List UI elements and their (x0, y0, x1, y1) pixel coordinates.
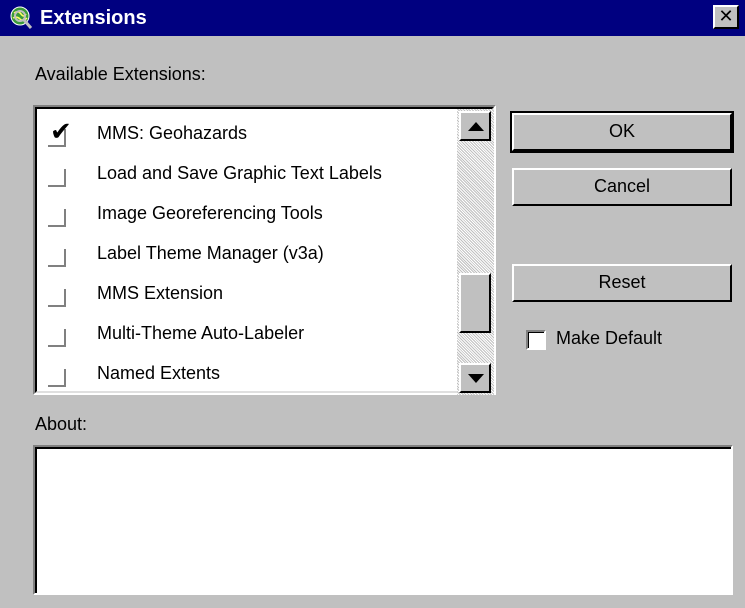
window-title: Extensions (40, 7, 147, 29)
extension-checkbox[interactable] (48, 285, 70, 307)
close-button[interactable]: ✕ (713, 5, 739, 29)
extension-label: Image Georeferencing Tools (97, 203, 323, 223)
make-default-label: Make Default (556, 328, 663, 348)
about-label: About: (35, 414, 88, 434)
extensions-dialog: Extensions ✕ Available Extensions: ✔ MMS… (0, 0, 745, 608)
list-item[interactable]: Multi-Theme Auto-Labeler (37, 315, 457, 355)
scroll-down-button[interactable] (459, 363, 491, 393)
available-extensions-label: Available Extensions: (35, 64, 206, 84)
extension-checkbox[interactable]: ✔ (48, 119, 72, 147)
make-default-option[interactable]: Make Default (526, 326, 726, 354)
extension-label: Named Extents (97, 363, 221, 383)
extensions-list[interactable]: ✔ MMS: Geohazards Load and Save Graphic … (33, 105, 496, 395)
extension-checkbox[interactable] (48, 365, 70, 387)
extension-label: MMS: Geohazards (97, 123, 248, 143)
reset-button[interactable]: Reset (512, 264, 732, 302)
vertical-scrollbar[interactable] (457, 109, 494, 395)
extension-checkbox[interactable] (48, 205, 70, 227)
about-text-area (33, 445, 733, 595)
list-item[interactable]: Load and Save Graphic Text Labels (37, 155, 457, 195)
list-item[interactable]: Named Extents (37, 355, 457, 395)
list-item[interactable]: Image Georeferencing Tools (37, 195, 457, 235)
extension-label: Label Theme Manager (v3a) (97, 243, 324, 263)
cancel-button[interactable]: Cancel (512, 168, 732, 206)
arrow-up-icon (468, 122, 484, 131)
extension-label: Load and Save Graphic Text Labels (97, 163, 382, 183)
extension-label: Multi-Theme Auto-Labeler (97, 323, 305, 343)
globe-magnifier-icon (10, 6, 33, 29)
list-item[interactable]: MMS Extension (37, 275, 457, 315)
make-default-checkbox[interactable] (526, 330, 546, 350)
arrow-down-icon (468, 374, 484, 383)
extension-label: MMS Extension (97, 283, 224, 303)
list-item[interactable]: Label Theme Manager (v3a) (37, 235, 457, 275)
extension-checkbox[interactable] (48, 245, 70, 267)
check-mark-icon: ✔ (50, 117, 72, 147)
list-item[interactable]: ✔ MMS: Geohazards (37, 115, 457, 155)
title-bar[interactable]: Extensions ✕ (0, 0, 745, 36)
extension-checkbox[interactable] (48, 165, 70, 187)
scroll-up-button[interactable] (459, 111, 491, 141)
ok-button[interactable]: OK (512, 113, 732, 151)
extension-checkbox[interactable] (48, 325, 70, 347)
scrollbar-thumb[interactable] (459, 273, 491, 333)
